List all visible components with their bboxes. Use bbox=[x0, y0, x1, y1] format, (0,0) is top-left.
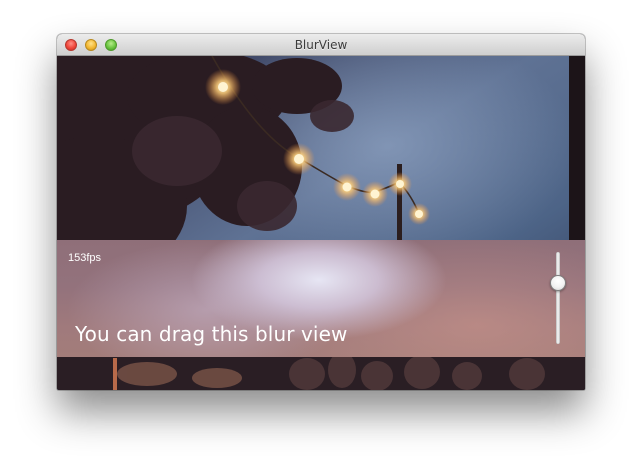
slider-track[interactable] bbox=[556, 252, 560, 344]
window-title: BlurView bbox=[294, 38, 348, 52]
slider-thumb[interactable] bbox=[550, 275, 566, 291]
app-window: BlurView 153fps You can drag this blur v… bbox=[57, 34, 585, 390]
fps-counter: 153fps bbox=[68, 252, 102, 264]
blur-view-panel[interactable]: 153fps You can drag this blur view bbox=[57, 240, 585, 357]
content-area: 153fps You can drag this blur view bbox=[57, 56, 585, 390]
screen: BlurView 153fps You can drag this blur v… bbox=[0, 0, 642, 470]
blur-radius-slider[interactable] bbox=[547, 252, 569, 344]
drag-hint-label: You can drag this blur view bbox=[75, 322, 348, 346]
title-bar[interactable]: BlurView bbox=[57, 34, 585, 56]
